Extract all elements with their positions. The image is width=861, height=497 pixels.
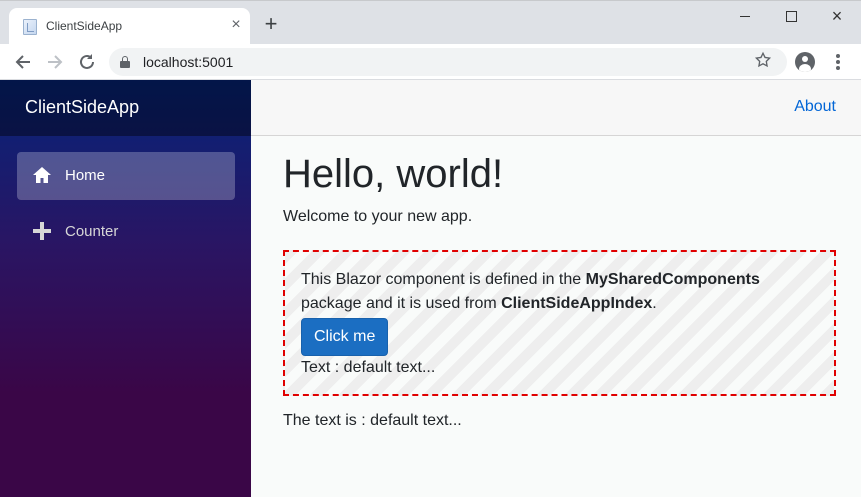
sidebar-item-counter[interactable]: Counter — [17, 208, 235, 256]
sidebar: ClientSideApp Home Counter — [0, 80, 251, 497]
about-link[interactable]: About — [794, 98, 836, 116]
sidebar-item-label: Home — [65, 167, 106, 184]
sidebar-item-label: Counter — [65, 223, 119, 240]
top-row: About — [251, 80, 861, 136]
minimize-window-icon[interactable] — [722, 5, 768, 29]
component-text-middle: package and it is used from — [301, 295, 502, 312]
component-text-end: . — [652, 295, 657, 312]
component-text-before: This Blazor component is defined in the — [301, 271, 586, 288]
page-favicon-icon — [23, 19, 37, 35]
forward-arrow-icon[interactable] — [42, 49, 68, 75]
result-text: The text is : default text... — [283, 412, 462, 429]
close-window-icon[interactable]: × — [814, 5, 860, 29]
shared-component-box: This Blazor component is defined in the … — [283, 250, 836, 396]
browser-toolbar: localhost:5001 — [0, 44, 861, 80]
tab-title: ClientSideApp — [46, 19, 123, 33]
url-text[interactable]: localhost:5001 — [143, 54, 233, 70]
brand-bar: ClientSideApp — [0, 80, 251, 136]
bookmark-star-icon[interactable] — [754, 51, 772, 75]
click-me-button[interactable]: Click me — [301, 318, 389, 356]
app-root: ClientSideApp Home Counter About Hello, … — [0, 80, 861, 497]
main-content: About Hello, world! Welcome to your new … — [251, 80, 861, 497]
maximize-window-icon[interactable] — [768, 5, 814, 29]
page-title: Hello, world! — [283, 152, 504, 196]
page-body: Hello, world! Welcome to your new app. T… — [283, 150, 836, 429]
component-text-line: Text : default text... — [301, 359, 436, 376]
plus-icon — [32, 221, 52, 241]
browser-tab[interactable]: ClientSideApp × — [9, 8, 250, 45]
welcome-text: Welcome to your new app. — [283, 208, 473, 225]
kebab-menu-icon[interactable] — [830, 51, 846, 73]
app-brand[interactable]: ClientSideApp — [25, 97, 139, 118]
browser-tabstrip: ClientSideApp × + × — [0, 0, 861, 45]
profile-avatar-icon[interactable] — [795, 52, 815, 72]
used-from-name: ClientSideAppIndex — [501, 295, 653, 312]
sidebar-item-home[interactable]: Home — [17, 152, 235, 200]
package-name: MySharedComponents — [585, 271, 760, 288]
back-arrow-icon[interactable] — [10, 49, 36, 75]
address-bar[interactable]: localhost:5001 — [109, 48, 787, 76]
reload-icon[interactable] — [74, 49, 100, 75]
new-tab-icon[interactable]: + — [260, 13, 282, 36]
lock-icon[interactable] — [120, 56, 130, 68]
close-tab-icon[interactable]: × — [227, 16, 245, 34]
home-icon — [32, 165, 52, 185]
